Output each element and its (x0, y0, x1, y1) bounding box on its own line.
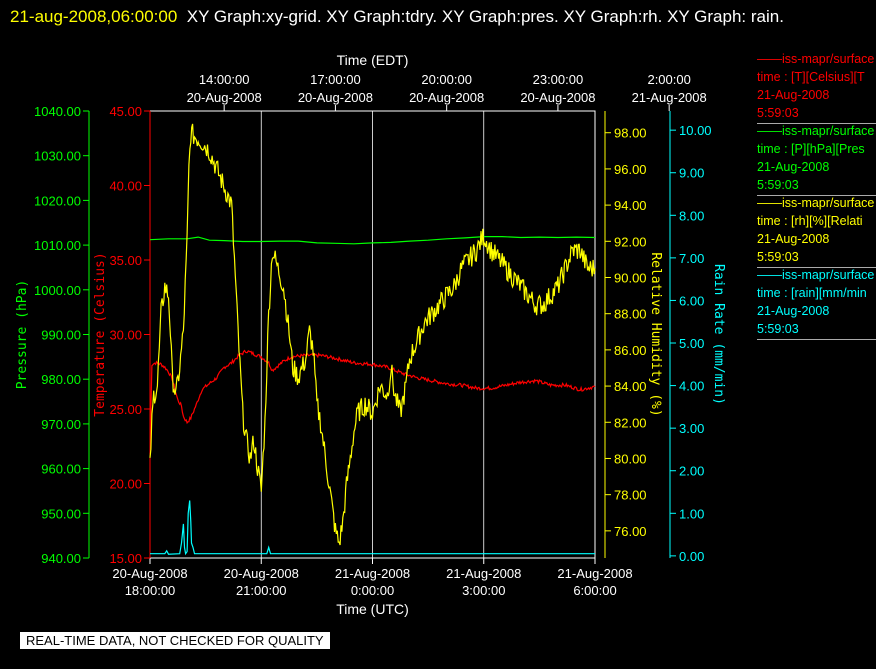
temperature-tick-label: 15.00 (109, 551, 142, 566)
humidity-axis-label: Relative Humidity (%) (648, 252, 663, 416)
rain-tick-label: 9.00 (679, 166, 704, 181)
legend-entry-temperature: ——iss-mapr/surface time : [T][Celsius][T… (757, 50, 876, 124)
pressure-tick-label: 970.00 (41, 417, 81, 432)
legend-entry-rain: ——iss-mapr/surface time : [rain][mm/min … (757, 266, 876, 340)
legend-desc: time : [P][hPa][Pres (757, 142, 865, 156)
legend-time: 5:59:03 (757, 106, 799, 120)
temperature-tick-label: 40.00 (109, 179, 142, 194)
rain-tick-label: 10.00 (679, 123, 712, 138)
humidity-tick-label: 76.00 (614, 524, 647, 539)
rain-tick-label: 4.00 (679, 379, 704, 394)
x-bottom-tick-label: 20-Aug-2008 (112, 566, 187, 581)
legend-entry-pressure: ——iss-mapr/surface time : [P][hPa][Pres … (757, 122, 876, 196)
rain-tick-label: 8.00 (679, 208, 704, 223)
legend-desc: time : [rh][%][Relati (757, 214, 863, 228)
x-bottom-tick-label: 20-Aug-2008 (224, 566, 299, 581)
pressure-tick-label: 1040.00 (34, 104, 81, 119)
pressure-tick-label: 1000.00 (34, 283, 81, 298)
pressure-tick-label: 940.00 (41, 551, 81, 566)
rain-tick-label: 3.00 (679, 421, 704, 436)
x-bottom-axis-label: Time (UTC) (336, 601, 409, 617)
legend-desc: time : [rain][mm/min (757, 286, 867, 300)
legend-time: 5:59:03 (757, 322, 799, 336)
x-bottom-tick-label: 3:00:00 (462, 583, 505, 598)
x-top-tick-label: 20-Aug-2008 (298, 90, 373, 105)
pressure-axis-label: Pressure (hPa) (15, 280, 30, 390)
pressure-tick-label: 990.00 (41, 328, 81, 343)
x-bottom-tick-label: 21-Aug-2008 (446, 566, 521, 581)
x-top-tick-label: 20:00:00 (421, 72, 472, 87)
rain-tick-label: 6.00 (679, 293, 704, 308)
humidity-tick-label: 96.00 (614, 162, 647, 177)
legend-desc: time : [T][Celsius][T (757, 70, 865, 84)
humidity-tick-label: 86.00 (614, 343, 647, 358)
rain-axis-label: Rain Rate (mm/min) (711, 264, 726, 405)
x-top-tick-label: 2:00:00 (647, 72, 690, 87)
legend-divider (757, 339, 876, 340)
temperature-tick-label: 45.00 (109, 104, 142, 119)
x-bottom-tick-label: 6:00:00 (573, 583, 616, 598)
x-top-axis-label: Time (EDT) (337, 52, 409, 68)
pressure-tick-label: 1020.00 (34, 193, 81, 208)
legend-line: ——iss-mapr/surface (757, 268, 875, 282)
rain-tick-label: 5.00 (679, 336, 704, 351)
rain-tick-label: 0.00 (679, 549, 704, 564)
humidity-tick-label: 94.00 (614, 198, 647, 213)
legend-line: ——iss-mapr/surface (757, 52, 875, 66)
x-bottom-tick-label: 21-Aug-2008 (557, 566, 632, 581)
temperature-tick-label: 30.00 (109, 328, 142, 343)
humidity-tick-label: 82.00 (614, 415, 647, 430)
legend-date: 21-Aug-2008 (757, 160, 830, 174)
x-bottom-tick-label: 21:00:00 (236, 583, 287, 598)
legend-date: 21-Aug-2008 (757, 304, 830, 318)
legend-date: 21-Aug-2008 (757, 88, 830, 102)
pressure-tick-label: 1010.00 (34, 238, 81, 253)
x-bottom-tick-label: 18:00:00 (125, 583, 176, 598)
humidity-tick-label: 92.00 (614, 234, 647, 249)
rain-tick-label: 7.00 (679, 251, 704, 266)
temperature-tick-label: 25.00 (109, 402, 142, 417)
pressure-tick-label: 1030.00 (34, 149, 81, 164)
x-top-tick-label: 23:00:00 (533, 72, 584, 87)
x-top-tick-label: 20-Aug-2008 (187, 90, 262, 105)
humidity-tick-label: 78.00 (614, 488, 647, 503)
chart-svg: 20-Aug-2008 18:00:00 20-Aug-2008 21:00:00 21… (15, 52, 726, 617)
pressure-tick-label: 960.00 (41, 462, 81, 477)
x-top-tick-label: 20-Aug-2008 (520, 90, 595, 105)
legend-entry-humidity: ——iss-mapr/surface time : [rh][%][Relati… (757, 194, 876, 268)
legend-time: 5:59:03 (757, 178, 799, 192)
x-bottom-tick-label: 0:00:00 (351, 583, 394, 598)
legend-line: ——iss-mapr/surface (757, 124, 875, 138)
humidity-tick-label: 80.00 (614, 451, 647, 466)
x-top-tick-label: 17:00:00 (310, 72, 361, 87)
temperature-tick-label: 35.00 (109, 253, 142, 268)
humidity-tick-label: 84.00 (614, 379, 647, 394)
temperature-tick-label: 20.00 (109, 477, 142, 492)
quality-warning-label: REAL-TIME DATA, NOT CHECKED FOR QUALITY (20, 632, 330, 649)
x-bottom-tick-label: 21-Aug-2008 (335, 566, 410, 581)
temperature-axis-label: Temperature (Celsius) (93, 252, 108, 416)
pressure-tick-label: 950.00 (41, 506, 81, 521)
legend-line: ——iss-mapr/surface (757, 196, 875, 210)
x-top-tick-label: 20-Aug-2008 (409, 90, 484, 105)
x-top-tick-label: 14:00:00 (199, 72, 250, 87)
rain-tick-label: 1.00 (679, 506, 704, 521)
pressure-tick-label: 980.00 (41, 372, 81, 387)
humidity-tick-label: 88.00 (614, 307, 647, 322)
humidity-tick-label: 98.00 (614, 126, 647, 141)
legend-date: 21-Aug-2008 (757, 232, 830, 246)
x-top-tick-label: 21-Aug-2008 (632, 90, 707, 105)
humidity-tick-label: 90.00 (614, 270, 647, 285)
rain-tick-label: 2.00 (679, 464, 704, 479)
legend-time: 5:59:03 (757, 250, 799, 264)
